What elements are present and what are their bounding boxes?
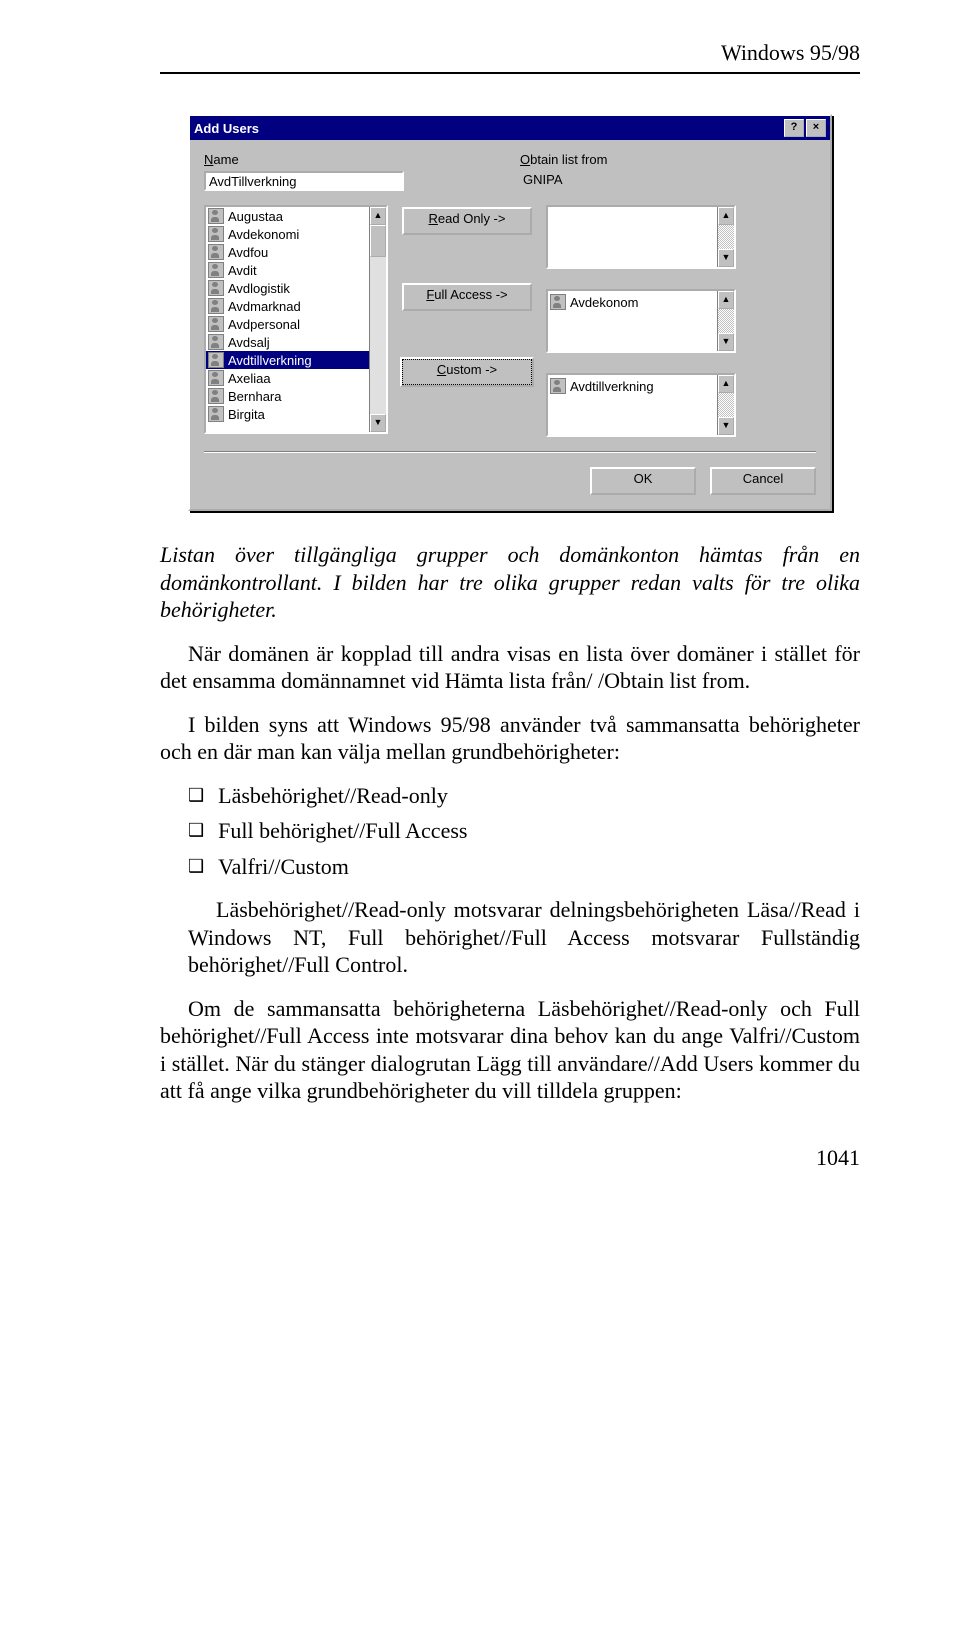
users-listbox[interactable]: Augustaa Avdekonomi Avdfou Avdit Avdlogistik… bbox=[204, 205, 388, 434]
fullaccess-scrollbar[interactable]: ▲ ▼ bbox=[717, 291, 734, 351]
separator bbox=[204, 451, 816, 453]
user-icon bbox=[208, 298, 224, 314]
custom-listbox[interactable]: Avdtillverkning ▲ ▼ bbox=[546, 373, 736, 437]
list-item[interactable]: Avdsalj bbox=[206, 333, 369, 351]
scroll-up-icon[interactable]: ▲ bbox=[370, 207, 386, 225]
dialog-titlebar: Add Users ? × bbox=[190, 116, 830, 140]
scroll-down-icon[interactable]: ▼ bbox=[718, 333, 734, 351]
cancel-button[interactable]: Cancel bbox=[710, 467, 816, 495]
scroll-up-icon[interactable]: ▲ bbox=[718, 207, 734, 225]
close-button[interactable]: × bbox=[806, 119, 826, 137]
add-users-dialog: Add Users ? × Name AvdTillverkning Obtai… bbox=[188, 114, 832, 511]
read-only-button[interactable]: Read Only -> bbox=[402, 207, 532, 235]
list-item[interactable]: Avdfou bbox=[206, 243, 369, 261]
user-icon bbox=[208, 208, 224, 224]
user-icon bbox=[208, 352, 224, 368]
list-item[interactable]: Avdpersonal bbox=[206, 315, 369, 333]
full-access-button[interactable]: Full Access -> bbox=[402, 283, 532, 311]
list-item[interactable]: Bernhara bbox=[206, 387, 369, 405]
list-item-label: Avdit bbox=[228, 263, 257, 278]
list-item-label: Avdekonomi bbox=[228, 227, 299, 242]
custom-scrollbar[interactable]: ▲ ▼ bbox=[717, 375, 734, 435]
user-icon bbox=[208, 244, 224, 260]
fullaccess-listbox[interactable]: Avdekonom ▲ ▼ bbox=[546, 289, 736, 353]
ok-button[interactable]: OK bbox=[590, 467, 696, 495]
readonly-listbox[interactable]: ▲ ▼ bbox=[546, 205, 736, 269]
list-item-label: Avdfou bbox=[228, 245, 268, 260]
user-icon bbox=[208, 280, 224, 296]
scroll-down-icon[interactable]: ▼ bbox=[370, 414, 386, 432]
name-input[interactable]: AvdTillverkning bbox=[204, 171, 404, 191]
user-icon bbox=[208, 370, 224, 386]
list-item-label: Birgita bbox=[228, 407, 265, 422]
page-number: 1041 bbox=[160, 1145, 860, 1171]
user-icon bbox=[550, 294, 566, 310]
list-item-label: Avdpersonal bbox=[228, 317, 300, 332]
screenshot-figure: Add Users ? × Name AvdTillverkning Obtai… bbox=[160, 114, 860, 511]
list-item[interactable]: Avdtillverkning bbox=[206, 351, 369, 369]
user-icon bbox=[208, 406, 224, 422]
list-item[interactable]: Birgita bbox=[206, 405, 369, 423]
paragraph-3: Läsbehörighet//Read-only motsvarar delni… bbox=[188, 896, 860, 979]
list-item[interactable]: Augustaa bbox=[206, 207, 369, 225]
list-item-label: Avdmarknad bbox=[228, 299, 301, 314]
user-icon bbox=[208, 316, 224, 332]
list-item[interactable]: Avdit bbox=[206, 261, 369, 279]
custom-button[interactable]: Custom -> bbox=[402, 359, 532, 385]
list-item-label: Augustaa bbox=[228, 209, 283, 224]
list-item-label: Axeliaa bbox=[228, 371, 271, 386]
header-rule bbox=[160, 72, 860, 74]
scroll-up-icon[interactable]: ▲ bbox=[718, 375, 734, 393]
list-item[interactable]: Avdlogistik bbox=[206, 279, 369, 297]
scroll-up-icon[interactable]: ▲ bbox=[718, 291, 734, 309]
paragraph-2a: När domänen är kopplad till andra visas … bbox=[160, 640, 860, 695]
user-icon bbox=[208, 262, 224, 278]
user-icon bbox=[208, 334, 224, 350]
obtain-label: Obtain list from bbox=[520, 152, 816, 167]
bullet-list: Läsbehörighet//Read-only Full behörighet/… bbox=[188, 782, 860, 881]
readonly-scrollbar[interactable]: ▲ ▼ bbox=[717, 207, 734, 267]
user-icon bbox=[550, 378, 566, 394]
list-item[interactable]: Avdtillverkning bbox=[548, 377, 717, 395]
scroll-thumb[interactable] bbox=[370, 225, 386, 257]
dialog-title: Add Users bbox=[194, 121, 259, 136]
bullet-item: Full behörighet//Full Access bbox=[188, 817, 860, 845]
paragraph-1: Listan över tillgängliga grupper och dom… bbox=[160, 541, 860, 624]
list-item[interactable]: Avdmarknad bbox=[206, 297, 369, 315]
bullet-item: Läsbehörighet//Read-only bbox=[188, 782, 860, 810]
list-item-label: Avdtillverkning bbox=[570, 379, 654, 394]
paragraph-2: När domänen är kopplad till andra visas … bbox=[160, 640, 860, 766]
name-label: Name bbox=[204, 152, 500, 167]
user-icon bbox=[208, 226, 224, 242]
paragraph-2b: I bilden syns att Windows 95/98 använder… bbox=[160, 711, 860, 766]
users-scrollbar[interactable]: ▲ ▼ bbox=[369, 207, 386, 432]
scroll-down-icon[interactable]: ▼ bbox=[718, 249, 734, 267]
user-icon bbox=[208, 388, 224, 404]
help-button[interactable]: ? bbox=[784, 119, 804, 137]
list-item[interactable]: Avdekonom bbox=[548, 293, 717, 311]
obtain-value: GNIPA bbox=[520, 171, 816, 188]
bullet-item: Valfri//Custom bbox=[188, 853, 860, 881]
list-item-label: Avdsalj bbox=[228, 335, 270, 350]
list-item-label: Avdtillverkning bbox=[228, 353, 312, 368]
header-label: Windows 95/98 bbox=[160, 40, 860, 66]
list-item[interactable]: Avdekonomi bbox=[206, 225, 369, 243]
list-item-label: Avdlogistik bbox=[228, 281, 290, 296]
list-item-label: Bernhara bbox=[228, 389, 281, 404]
paragraph-4: Om de sammansatta behörigheterna Läsbehö… bbox=[160, 995, 860, 1105]
list-item[interactable]: Axeliaa bbox=[206, 369, 369, 387]
list-item-label: Avdekonom bbox=[570, 295, 638, 310]
scroll-down-icon[interactable]: ▼ bbox=[718, 417, 734, 435]
